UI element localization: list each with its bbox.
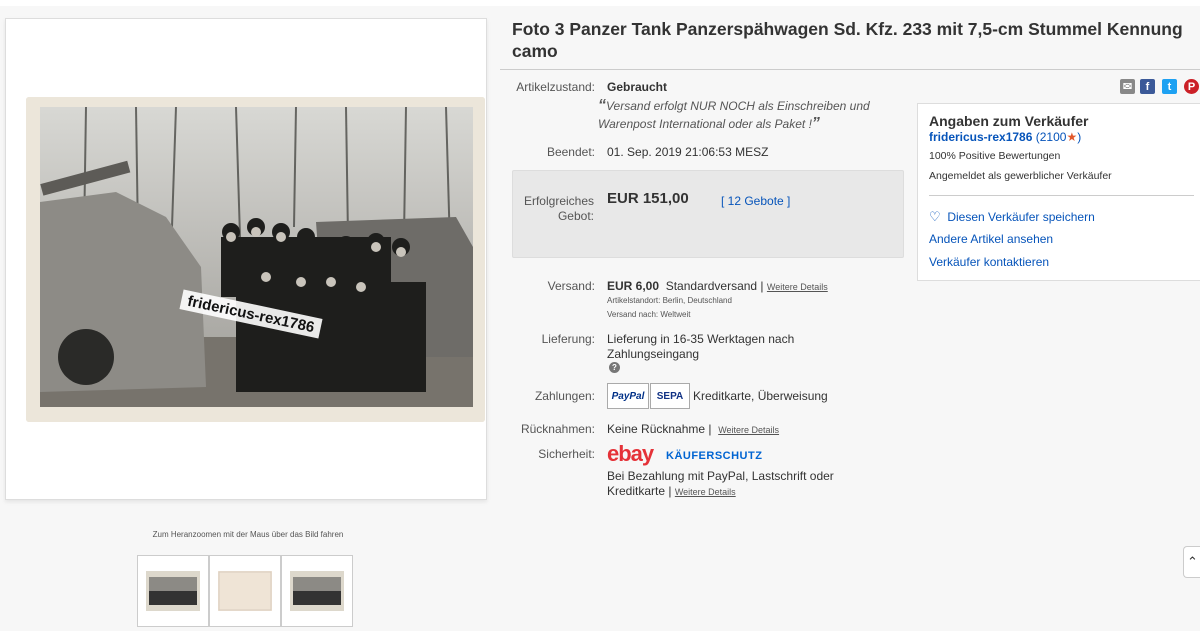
ended-label: Beendet: — [546, 145, 595, 159]
buyer-protection-label: KÄUFERSCHUTZ — [666, 450, 763, 462]
item-location: Artikelstandort: Berlin, Deutschland — [607, 296, 732, 305]
help-icon[interactable]: ? — [609, 362, 620, 373]
seller-name-line: fridericus-rex1786 (2100★) — [929, 130, 1082, 144]
thumbnail-3[interactable] — [281, 555, 353, 627]
payment-other: Kreditkarte, Überweisung — [693, 389, 828, 403]
seller-divider — [929, 195, 1194, 196]
seller-score[interactable]: (2100 — [1036, 130, 1067, 144]
twitter-icon[interactable]: t — [1162, 79, 1177, 94]
condition-note-text: Versand erfolgt NUR NOCH als Einschreibe… — [598, 99, 870, 131]
security-label: Sicherheit: — [538, 447, 595, 461]
shipping-details-link[interactable]: Weitere Details — [767, 282, 828, 292]
security-text-2: Kreditkarte | — [607, 484, 672, 498]
shipping-label: Versand: — [547, 279, 595, 293]
thumbnail-1[interactable] — [137, 555, 209, 627]
ships-to: Versand nach: Weltweit — [607, 310, 691, 319]
security-line-2: Kreditkarte | Weitere Details — [607, 484, 736, 498]
listing-title: Foto 3 Panzer Tank Panzerspähwagen Sd. K… — [512, 19, 1183, 61]
returns-line: Keine Rücknahme | Weitere Details — [607, 422, 779, 436]
shipping-method: Standardversand | — [665, 279, 764, 293]
security-text-1: Bei Bezahlung mit PayPal, Lastschrift od… — [607, 469, 834, 483]
quote-open: “ — [598, 97, 606, 114]
seller-registered: Angemeldet als gewerblicher Verkäufer — [929, 170, 1112, 182]
paypal-icon: PayPal — [607, 383, 649, 409]
bid-count-link[interactable]: [ 12 Gebote ] — [721, 194, 790, 208]
delivery-label: Lieferung: — [541, 332, 595, 346]
email-icon[interactable]: ✉ — [1120, 79, 1135, 94]
returns-details-link[interactable]: Weitere Details — [718, 425, 779, 435]
scroll-top-button[interactable]: ⌃ — [1183, 546, 1200, 578]
contact-seller-link[interactable]: Verkäufer kontaktieren — [929, 255, 1049, 269]
condition-note: “Versand erfolgt NUR NOCH als Einschreib… — [598, 97, 898, 133]
seller-positive: 100% Positive Bewertungen — [929, 150, 1061, 162]
seller-heading: Angaben zum Verkäufer — [929, 113, 1089, 129]
shipping-line: EUR 6,00 Standardversand | Weitere Detai… — [607, 279, 828, 293]
star-icon: ★ — [1066, 130, 1078, 144]
chevron-up-icon: ⌃ — [1187, 554, 1198, 569]
bid-price: EUR 151,00 — [607, 190, 689, 207]
top-bar — [0, 0, 1200, 6]
thumbnail-image — [218, 571, 272, 611]
seller-name-link[interactable]: fridericus-rex1786 — [929, 130, 1032, 144]
facebook-icon[interactable]: f — [1140, 79, 1155, 94]
thumbnail-image — [290, 571, 344, 611]
returns-label: Rücknahmen: — [520, 422, 595, 436]
sepa-icon: SEPA — [650, 383, 690, 409]
bid-label: Erfolgreiches Gebot: — [523, 194, 594, 223]
delivery-value: Lieferung in 16-35 Werktagen nach Zahlun… — [607, 332, 795, 361]
thumbnail-2[interactable] — [209, 555, 281, 627]
security-details-link[interactable]: Weitere Details — [675, 487, 736, 497]
shipping-price: EUR 6,00 — [607, 279, 660, 293]
payment-label: Zahlungen: — [534, 389, 595, 403]
returns-value: Keine Rücknahme | — [607, 422, 712, 436]
other-items-link[interactable]: Andere Artikel ansehen — [929, 232, 1053, 246]
zoom-hint: Zum Heranzoomen mit der Maus über das Bi… — [152, 530, 344, 539]
condition-label: Artikelzustand: — [516, 80, 595, 94]
save-seller-link[interactable]: ♡ Diesen Verkäufer speichern — [929, 209, 1095, 225]
photo-image — [26, 97, 485, 422]
quote-close: ” — [811, 115, 820, 132]
title-divider — [500, 69, 1200, 70]
thumbnail-image — [146, 571, 200, 611]
ebay-logo: ebay — [607, 441, 654, 466]
condition-value: Gebraucht — [607, 80, 668, 94]
pinterest-icon[interactable]: P — [1184, 79, 1199, 94]
heart-icon: ♡ — [929, 209, 941, 224]
ended-value: 01. Sep. 2019 21:06:53 MESZ — [607, 145, 769, 159]
main-photo[interactable] — [26, 97, 485, 422]
